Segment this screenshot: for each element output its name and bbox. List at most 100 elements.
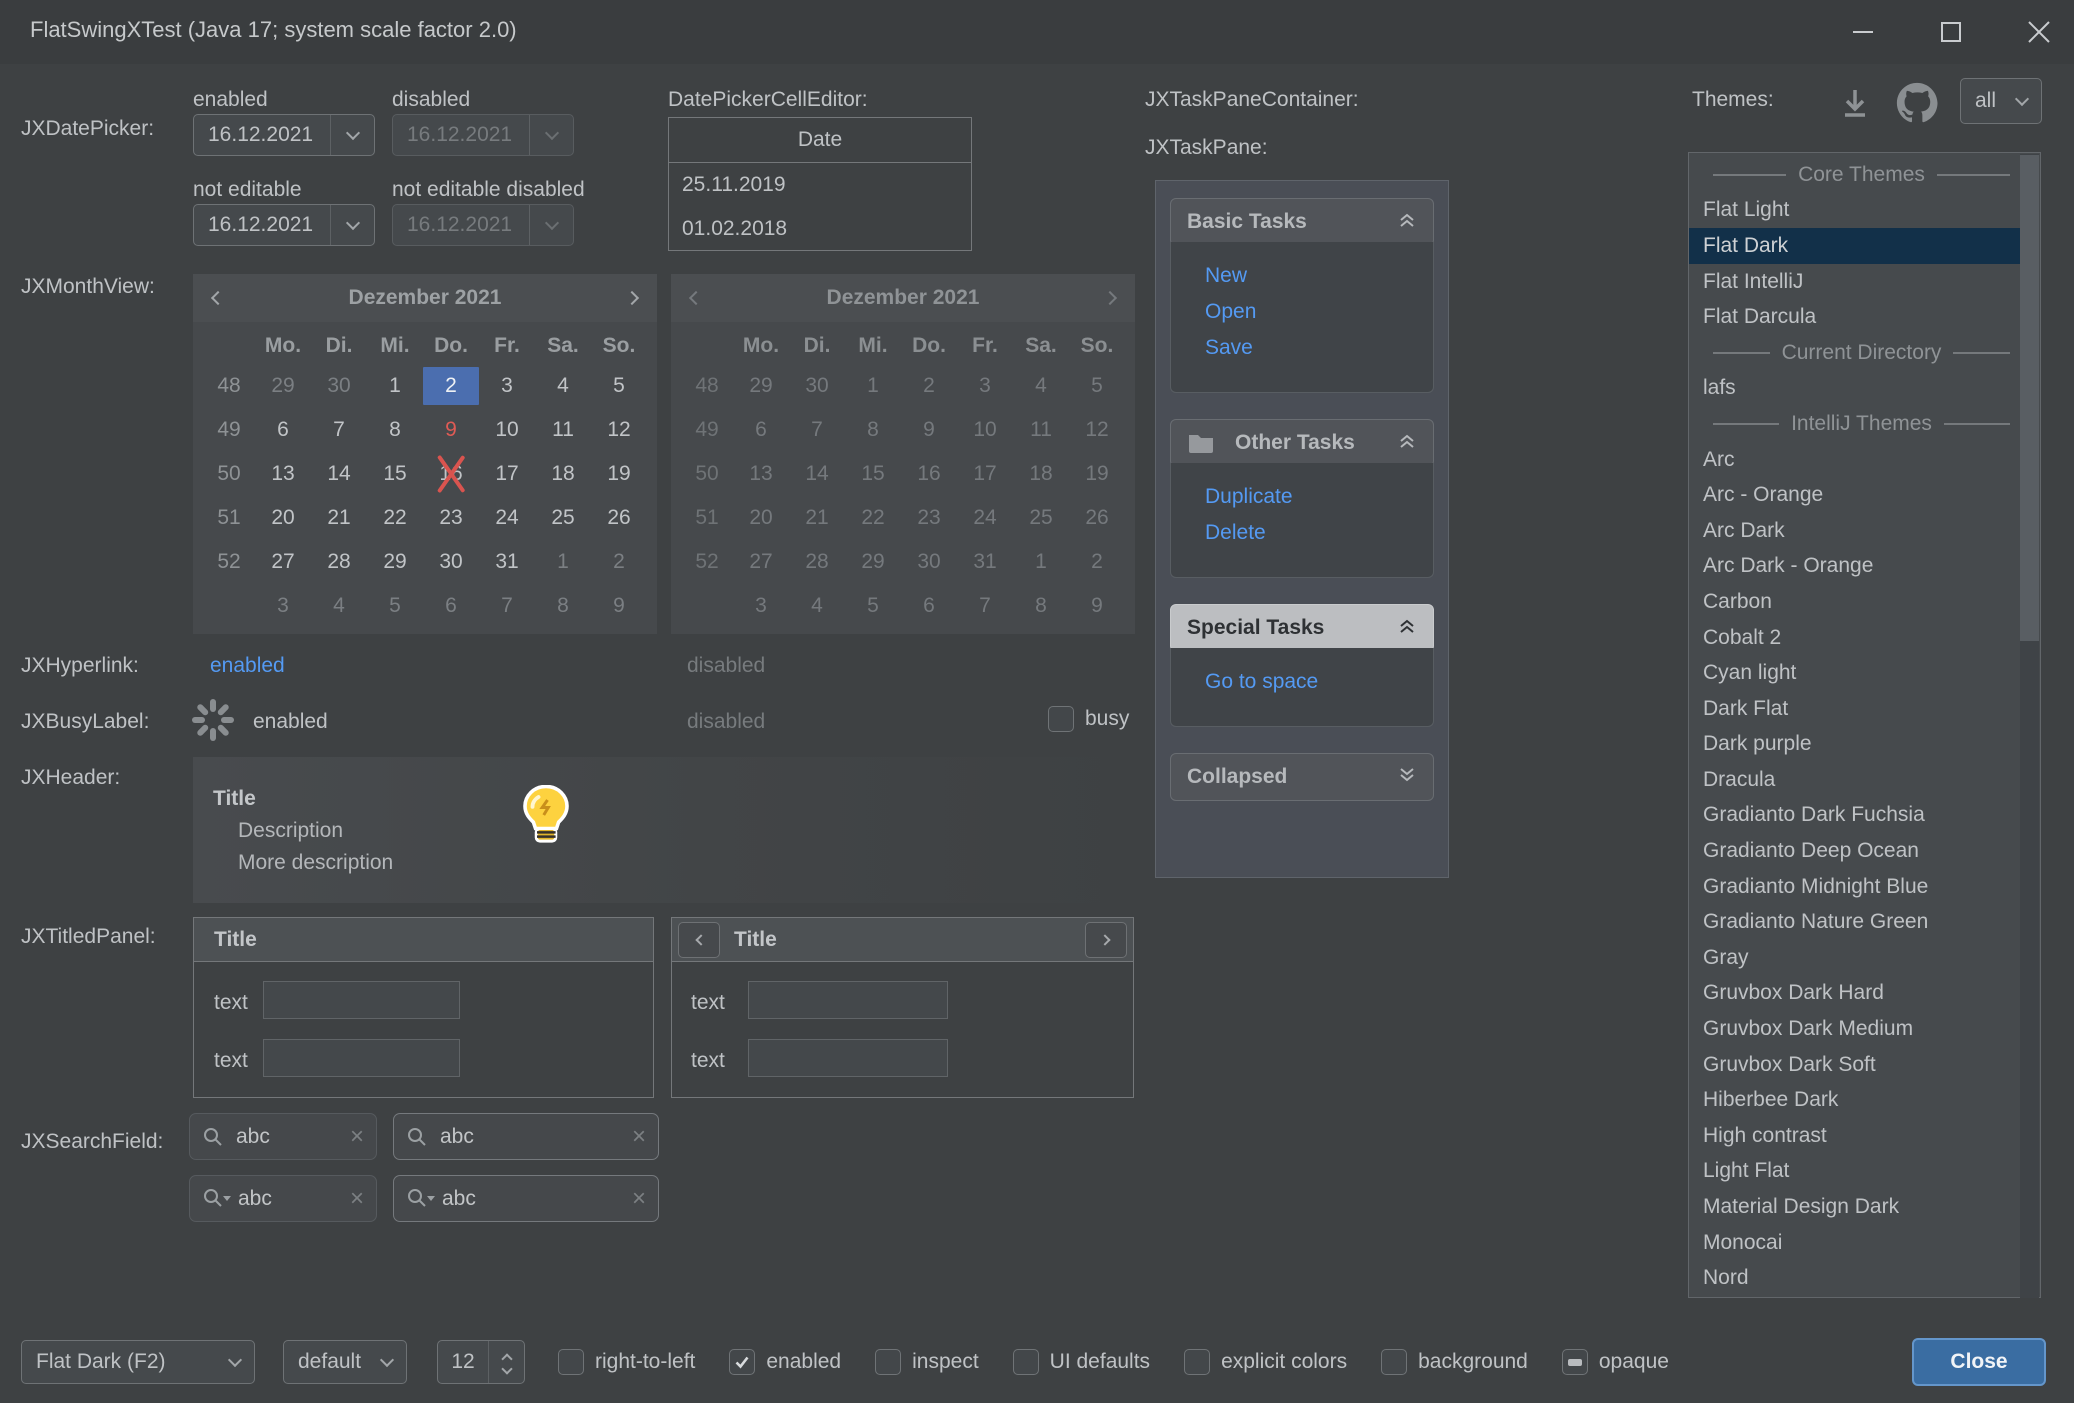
day-cell[interactable]: 29 (367, 550, 423, 574)
text-input[interactable] (264, 982, 459, 1018)
monthview-enabled[interactable]: Dezember 2021Mo.Di.Mi.Do.Fr.Sa.So.482930… (193, 274, 657, 634)
day-cell[interactable]: 4 (311, 594, 367, 618)
theme-list-item[interactable]: Arc - Orange (1689, 477, 2020, 513)
taskpane-header[interactable]: Other Tasks (1170, 419, 1434, 467)
day-cell[interactable]: 3 (479, 374, 535, 398)
clear-icon[interactable]: × (632, 1125, 646, 1149)
theme-list-item[interactable]: Gray (1689, 940, 2020, 976)
clear-icon[interactable]: × (350, 1187, 364, 1211)
clear-icon[interactable]: × (350, 1125, 364, 1149)
datepicker-dropdown-button[interactable] (330, 115, 374, 155)
theme-list-item[interactable]: Cobalt 2 (1689, 620, 2020, 656)
github-button[interactable] (1894, 80, 1940, 132)
day-cell[interactable]: 17 (479, 462, 535, 486)
theme-list-item[interactable]: Gradianto Nature Green (1689, 904, 2020, 940)
day-cell[interactable]: 23 (423, 506, 479, 530)
day-cell[interactable]: 21 (311, 506, 367, 530)
panel-left-button[interactable] (678, 922, 720, 958)
search-field-with-menu[interactable]: × (393, 1175, 659, 1222)
day-cell[interactable]: 18 (535, 462, 591, 486)
day-cell[interactable]: 2 (423, 367, 479, 405)
day-cell[interactable]: 16 (423, 462, 479, 486)
style-combobox[interactable]: default (283, 1340, 407, 1384)
day-cell[interactable]: 9 (423, 418, 479, 442)
day-cell[interactable]: 4 (535, 374, 591, 398)
day-cell[interactable]: 28 (311, 550, 367, 574)
theme-list-item[interactable]: Gruvbox Dark Soft (1689, 1047, 2020, 1083)
theme-list-item[interactable]: Nord (1689, 1260, 2020, 1296)
day-cell[interactable]: 2 (591, 550, 647, 574)
panel-right-button[interactable] (1085, 922, 1127, 958)
day-cell[interactable]: 22 (367, 506, 423, 530)
spinner-buttons[interactable] (488, 1341, 524, 1383)
theme-list-item[interactable]: lafs (1689, 371, 2020, 407)
datepicker-dropdown-button[interactable] (330, 205, 374, 245)
search-menu-icon[interactable] (202, 1187, 232, 1211)
scrollbar-thumb[interactable] (2020, 155, 2039, 641)
checkbox-box[interactable] (1184, 1349, 1210, 1375)
font-size-spinner[interactable]: 12 (437, 1340, 525, 1384)
day-cell[interactable]: 9 (591, 594, 647, 618)
next-month-button[interactable] (627, 293, 637, 303)
themes-list[interactable]: Core ThemesFlat LightFlat DarkFlat Intel… (1688, 152, 2041, 1298)
previous-month-button[interactable] (213, 293, 223, 303)
day-cell[interactable]: 8 (535, 594, 591, 618)
theme-list-item[interactable]: Cyan light (1689, 655, 2020, 691)
datepicker-enabled[interactable]: 16.12.2021 (193, 114, 375, 156)
laf-combobox[interactable]: Flat Dark (F2) (21, 1340, 255, 1384)
theme-list-item[interactable]: Flat Light (1689, 193, 2020, 229)
search-input[interactable] (436, 1186, 632, 1212)
day-cell[interactable]: 15 (367, 462, 423, 486)
day-cell[interactable]: 25 (535, 506, 591, 530)
day-cell[interactable]: 30 (423, 550, 479, 574)
task-link[interactable]: Go to space (1205, 664, 1433, 700)
day-cell[interactable]: 11 (535, 418, 591, 442)
checkbox-box[interactable] (1381, 1349, 1407, 1375)
day-cell[interactable]: 1 (367, 374, 423, 398)
hyperlink-enabled[interactable]: enabled (210, 654, 285, 678)
checkbox-box[interactable] (1562, 1349, 1588, 1375)
text-input[interactable] (264, 1040, 459, 1076)
search-field[interactable]: × (393, 1113, 659, 1160)
day-cell[interactable]: 12 (591, 418, 647, 442)
theme-list-item[interactable]: Gradianto Dark Fuchsia (1689, 798, 2020, 834)
day-cell[interactable]: 13 (255, 462, 311, 486)
search-field[interactable]: × (189, 1113, 377, 1160)
day-cell[interactable]: 26 (591, 506, 647, 530)
day-cell[interactable]: 7 (311, 418, 367, 442)
day-cell[interactable]: 5 (591, 374, 647, 398)
task-link[interactable]: Open (1205, 294, 1433, 330)
date-value[interactable]: 16.12.2021 (194, 123, 330, 147)
day-cell[interactable]: 5 (367, 594, 423, 618)
themes-filter-combobox[interactable]: all (1960, 78, 2042, 124)
date-column-header[interactable]: Date (669, 118, 971, 163)
day-cell[interactable]: 8 (367, 418, 423, 442)
day-cell[interactable]: 1 (535, 550, 591, 574)
task-link[interactable]: Save (1205, 330, 1433, 366)
day-cell[interactable]: 24 (479, 506, 535, 530)
theme-list-item[interactable]: Light Flat (1689, 1154, 2020, 1190)
task-link[interactable]: Delete (1205, 515, 1433, 551)
theme-list-item[interactable]: Gruvbox Dark Hard (1689, 976, 2020, 1012)
theme-list-item[interactable]: Flat IntelliJ (1689, 264, 2020, 300)
checkbox-box[interactable] (729, 1349, 755, 1375)
taskpane-header[interactable]: Special Tasks (1170, 604, 1434, 652)
busy-checkbox[interactable] (1048, 706, 1074, 732)
day-cell[interactable]: 14 (311, 462, 367, 486)
taskpane-header[interactable]: Basic Tasks (1170, 198, 1434, 246)
taskpane-header[interactable]: Collapsed (1170, 753, 1434, 801)
theme-list-item[interactable]: High contrast (1689, 1118, 2020, 1154)
day-cell[interactable]: 31 (479, 550, 535, 574)
close-button[interactable]: Close (1912, 1338, 2046, 1386)
datepicker-not-editable[interactable]: 16.12.2021 (193, 204, 375, 246)
table-row[interactable]: 01.02.2018 (669, 207, 971, 251)
theme-list-item[interactable]: Flat Darcula (1689, 299, 2020, 335)
download-themes-button[interactable] (1836, 84, 1874, 130)
text-input[interactable] (749, 982, 947, 1018)
theme-list-item[interactable]: Gradianto Midnight Blue (1689, 869, 2020, 905)
theme-list-item[interactable]: Dark purple (1689, 727, 2020, 763)
day-cell[interactable]: 29 (255, 374, 311, 398)
theme-list-item[interactable]: Material Design Dark (1689, 1189, 2020, 1225)
search-menu-icon[interactable] (406, 1187, 436, 1211)
theme-list-item[interactable]: Carbon (1689, 584, 2020, 620)
